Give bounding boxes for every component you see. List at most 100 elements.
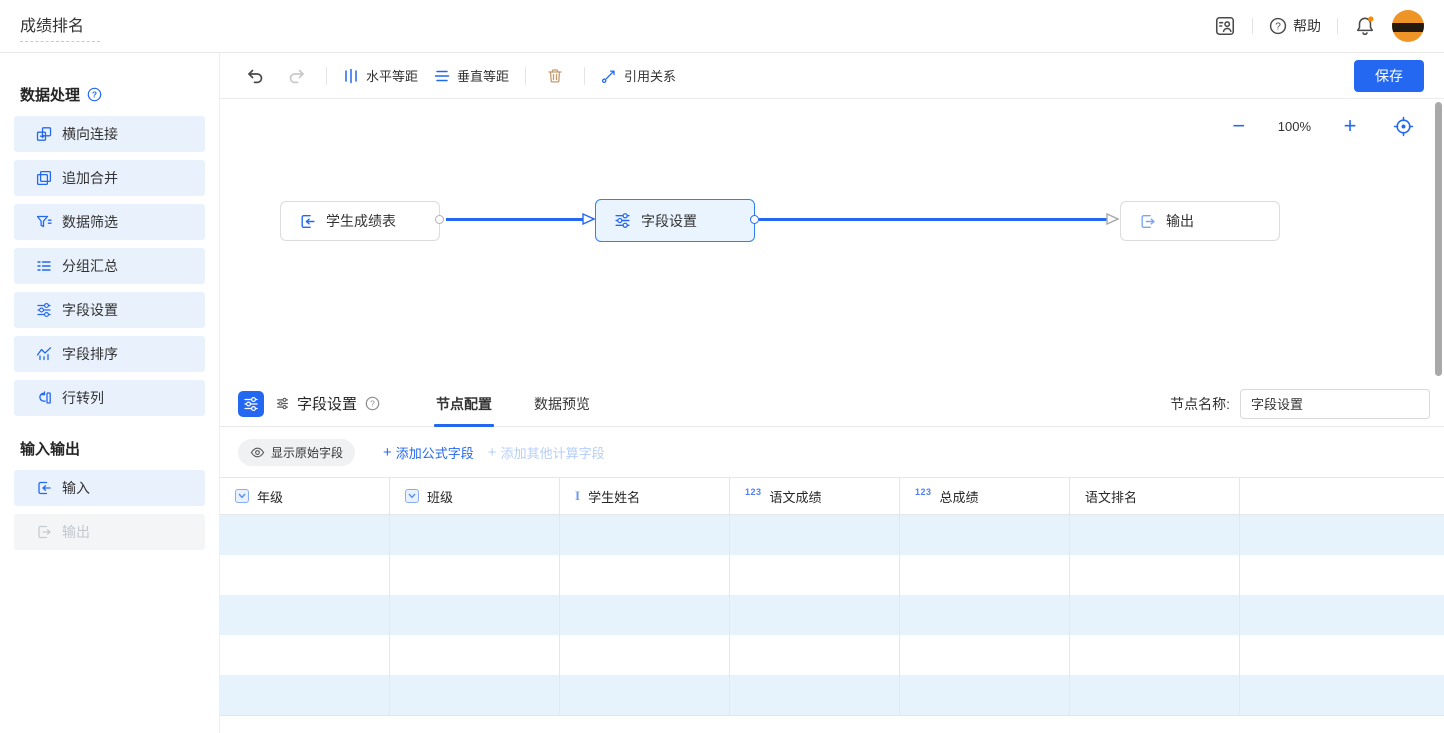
divider [1337, 18, 1338, 34]
column-header-class[interactable]: 班级 [390, 478, 560, 514]
column-label: 语文排名 [1085, 487, 1137, 506]
table-cell [220, 635, 390, 675]
zoom-controls: − 100% + [1228, 115, 1414, 137]
table-cell [390, 675, 560, 715]
node-student-score-table[interactable]: 学生成绩表 [280, 201, 440, 241]
item-label: 分组汇总 [62, 256, 118, 276]
horizontal-spacing-icon [343, 68, 359, 84]
table-footer-filler [220, 715, 1444, 732]
output-port[interactable] [435, 215, 444, 224]
node-output[interactable]: 输出 [1120, 201, 1280, 241]
help-button[interactable]: ? 帮助 [1269, 16, 1321, 36]
table-cell [900, 555, 1070, 595]
divider [1252, 18, 1253, 34]
node-field-settings[interactable]: 字段设置 [595, 199, 755, 242]
node-label: 输出 [1166, 211, 1194, 231]
show-original-fields-toggle[interactable]: 显示原始字段 [238, 439, 355, 466]
column-header-chinese-score[interactable]: 123 语文成绩 [730, 478, 900, 514]
table-cell [220, 595, 390, 635]
vertical-equal-spacing-button[interactable]: 垂直等距 [434, 66, 509, 85]
table-cell [220, 555, 390, 595]
directory-icon[interactable] [1214, 15, 1236, 37]
table-cell [900, 675, 1070, 715]
item-label: 输出 [62, 522, 90, 542]
field-preview-table: 年级 班级 I 学生姓名 123 语文成绩 123 总成绩 [220, 477, 1444, 732]
group-summary-icon [36, 258, 52, 274]
edge-arrowhead [1106, 213, 1119, 225]
sidebar-item-input[interactable]: 输入 [14, 470, 205, 506]
svg-text:?: ? [1275, 22, 1281, 33]
table-cell [390, 515, 560, 555]
field-settings-icon [614, 212, 631, 229]
sidebar-item-group-summary[interactable]: 分组汇总 [14, 248, 205, 284]
sidebar-item-horizontal-join[interactable]: 横向连接 [14, 116, 205, 152]
notification-bell-icon[interactable] [1354, 15, 1376, 37]
panel-tabs: 节点配置 数据预览 [436, 381, 590, 427]
flow-canvas[interactable]: − 100% + 学生成绩表 字段设置 [220, 99, 1444, 381]
field-settings-icon [36, 302, 52, 318]
tab-data-preview[interactable]: 数据预览 [534, 381, 590, 427]
table-body [220, 515, 1444, 715]
horizontal-equal-spacing-button[interactable]: 水平等距 [343, 66, 418, 85]
edge-arrowhead [582, 213, 595, 225]
column-header-chinese-rank[interactable]: 语文排名 [1070, 478, 1240, 514]
zoom-in-icon[interactable]: + [1339, 115, 1361, 137]
field-settings-badge-icon [238, 391, 264, 417]
add-other-calc-field-button: + 添加其他计算字段 [488, 443, 605, 462]
redo-icon[interactable] [284, 63, 310, 89]
input-icon [36, 480, 52, 496]
row-to-column-icon [36, 390, 52, 406]
topbar-actions: ? 帮助 [1214, 10, 1424, 42]
delete-node-icon[interactable] [542, 63, 568, 89]
zoom-out-icon[interactable]: − [1228, 115, 1250, 137]
tab-node-config[interactable]: 节点配置 [436, 381, 492, 427]
eye-icon [250, 445, 265, 460]
document-title[interactable]: 成绩排名 [20, 10, 100, 42]
user-avatar[interactable] [1392, 10, 1424, 42]
divider [525, 67, 526, 85]
panel-title: 字段设置 [297, 393, 357, 414]
table-cell [390, 555, 560, 595]
divider [584, 67, 585, 85]
table-cell [900, 595, 1070, 635]
main-area: 水平等距 垂直等距 引用关系 保存 − 100% + [220, 53, 1444, 733]
node-label: 学生成绩表 [326, 211, 396, 231]
item-label: 字段设置 [62, 300, 118, 320]
table-cell [560, 515, 730, 555]
item-label: 行转列 [62, 388, 104, 408]
table-header-row: 年级 班级 I 学生姓名 123 语文成绩 123 总成绩 [220, 477, 1444, 515]
add-formula-field-button[interactable]: + 添加公式字段 [383, 443, 474, 462]
edge-fieldsettings-to-output [759, 218, 1107, 221]
number-field-icon: 123 [915, 487, 932, 497]
sidebar-item-field-sort[interactable]: 字段排序 [14, 336, 205, 372]
table-cell [1070, 515, 1240, 555]
column-header-total-score[interactable]: 123 总成绩 [900, 478, 1070, 514]
sidebar-item-data-filter[interactable]: 数据筛选 [14, 204, 205, 240]
output-port[interactable] [750, 215, 759, 224]
node-name-input[interactable] [1240, 389, 1430, 419]
table-cell [560, 675, 730, 715]
sidebar-item-row-to-column[interactable]: 行转列 [14, 380, 205, 416]
undo-icon[interactable] [242, 63, 268, 89]
panel-help-icon[interactable]: ? [365, 396, 380, 411]
field-settings-mini-icon [276, 397, 289, 410]
reference-relation-button[interactable]: 引用关系 [601, 66, 676, 85]
section-help-icon[interactable]: ? [87, 87, 102, 102]
table-cell [390, 595, 560, 635]
table-cell [730, 675, 900, 715]
column-label: 总成绩 [940, 487, 979, 506]
column-header-grade[interactable]: 年级 [220, 478, 390, 514]
table-cell [1240, 675, 1444, 715]
locate-center-icon[interactable] [1393, 116, 1414, 137]
save-button[interactable]: 保存 [1354, 60, 1424, 92]
sidebar-item-append-merge[interactable]: 追加合并 [14, 160, 205, 196]
table-cell [1070, 635, 1240, 675]
column-header-student-name[interactable]: I 学生姓名 [560, 478, 730, 514]
sidebar-section-input-output: 输入输出 [20, 438, 205, 459]
sidebar-item-output: 输出 [14, 514, 205, 550]
sidebar-item-field-settings[interactable]: 字段设置 [14, 292, 205, 328]
item-label: 追加合并 [62, 168, 118, 188]
table-row [220, 635, 1444, 675]
canvas-scrollbar[interactable] [1435, 102, 1442, 376]
reference-relation-icon [601, 68, 617, 84]
